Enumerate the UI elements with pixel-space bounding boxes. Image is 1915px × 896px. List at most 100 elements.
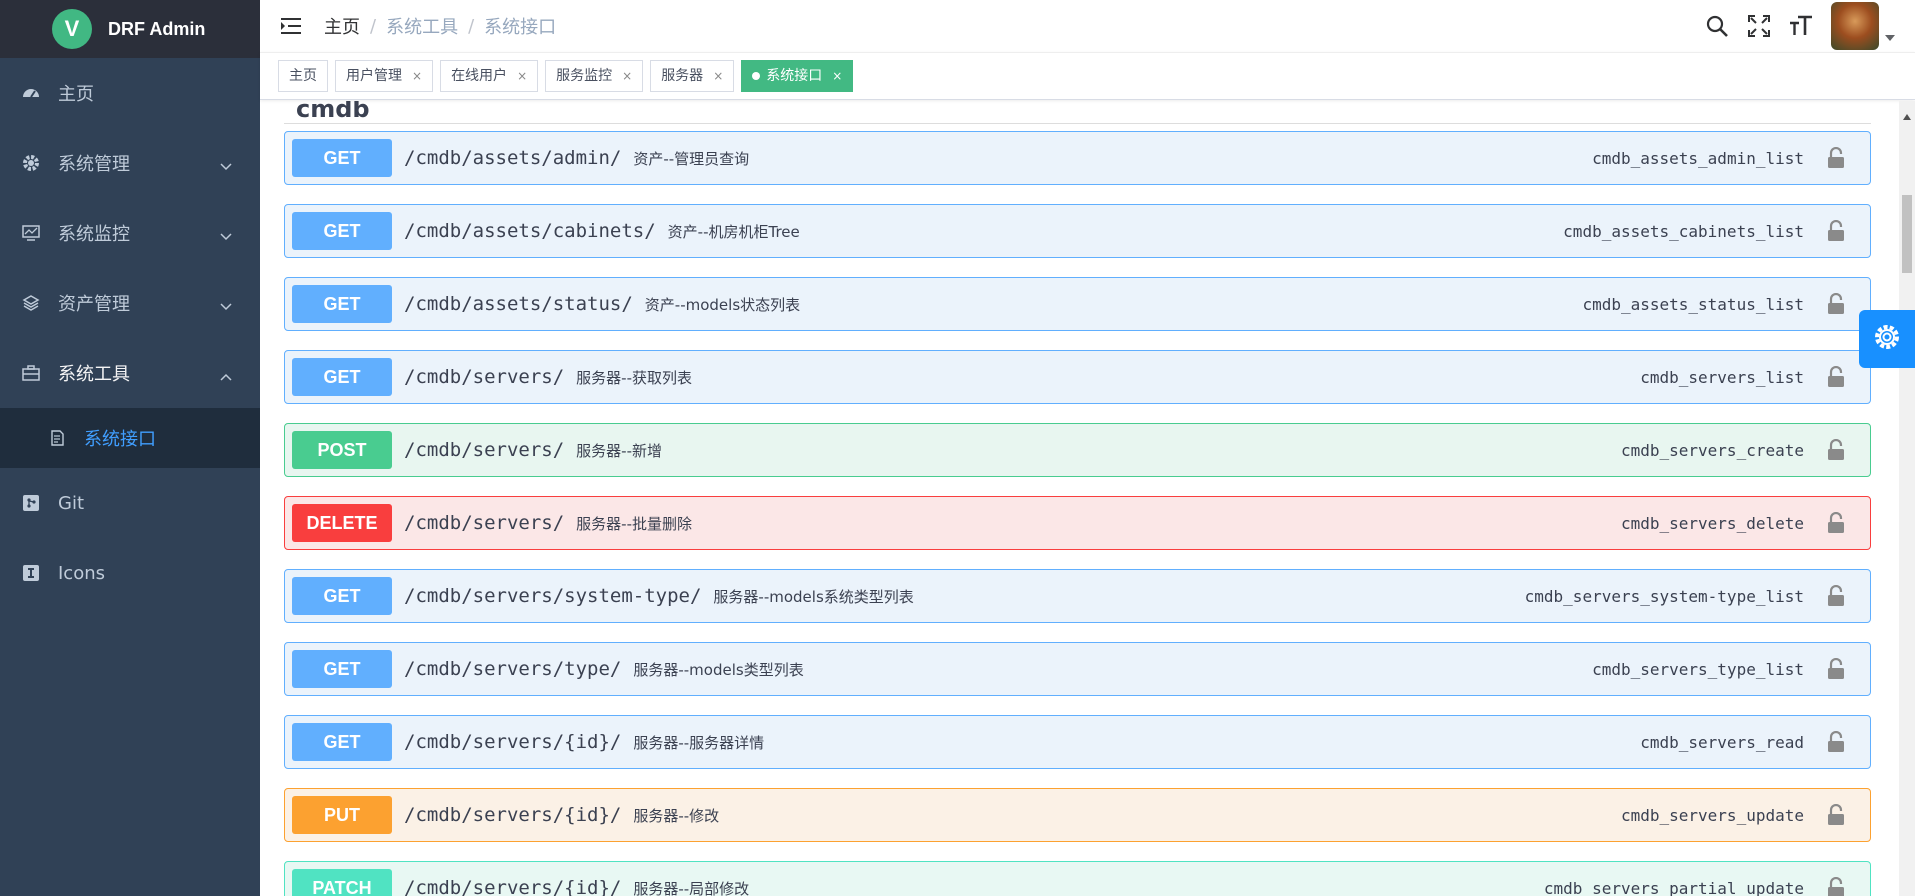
- operation-path: /cmdb/assets/cabinets/: [404, 220, 656, 242]
- sidebar-item-label: 资产管理: [58, 294, 130, 315]
- lock-icon[interactable]: [1826, 657, 1846, 680]
- operation-row[interactable]: GET/cmdb/servers/{id}/ 服务器--服务器详情 cmdb_ser…: [284, 715, 1871, 769]
- operation-id: cmdb_servers_update: [1620, 805, 1804, 825]
- fullscreen-icon[interactable]: [1747, 14, 1771, 38]
- lock-icon[interactable]: [1826, 584, 1846, 607]
- close-icon[interactable]: ×: [412, 61, 422, 91]
- sidebar-item-home[interactable]: 主页: [0, 58, 260, 128]
- layers-icon: [22, 294, 40, 312]
- operation-id: cmdb_assets_cabinets_list: [1563, 221, 1804, 241]
- tag-home[interactable]: 主页: [278, 59, 328, 92]
- sidebar-item-label: 系统管理: [58, 154, 130, 175]
- method-badge: GET: [292, 285, 392, 323]
- operation-summary: 服务器--新增: [576, 441, 662, 460]
- sidebar-item-label: Icons: [58, 562, 106, 584]
- scrollbar[interactable]: [1899, 101, 1915, 896]
- operation-row[interactable]: POST/cmdb/servers/服务器--新增 cmdb_servers_cr…: [284, 423, 1871, 477]
- sidebar-logo[interactable]: V DRF Admin: [0, 0, 260, 58]
- icons-icon: [22, 564, 40, 582]
- method-badge: GET: [292, 723, 392, 761]
- sidebar-item-system-manage[interactable]: 系统管理: [0, 128, 260, 198]
- breadcrumb-item-home[interactable]: 主页: [324, 13, 360, 39]
- lock-icon[interactable]: [1826, 511, 1846, 534]
- chevron-down-icon: [220, 155, 232, 176]
- operation-id: cmdb_assets_status_list: [1582, 294, 1804, 314]
- close-icon[interactable]: ×: [832, 61, 842, 91]
- operation-row[interactable]: PUT/cmdb/servers/{id}/ 服务器--修改 cmdb_server…: [284, 788, 1871, 842]
- operation-path: /cmdb/servers/system-type/: [404, 585, 702, 607]
- lock-icon[interactable]: [1826, 803, 1846, 826]
- section-title[interactable]: cmdb: [296, 101, 370, 123]
- operation-summary: 服务器--服务器详情: [633, 733, 765, 752]
- sidebar-menu: 主页 系统管理 系统监控 资产管理 系统工具 系统接口 Git Icons: [0, 58, 260, 608]
- operation-id: cmdb_servers_list: [1640, 367, 1804, 387]
- tag-online-users[interactable]: 在线用户 ×: [440, 59, 539, 92]
- method-badge: PATCH: [292, 869, 392, 896]
- tag-user-manage[interactable]: 用户管理 ×: [335, 59, 434, 92]
- tag-label: 服务器: [661, 67, 704, 84]
- method-badge: GET: [292, 212, 392, 250]
- tag-system-api[interactable]: 系统接口 ×: [741, 59, 854, 92]
- operation-path: /cmdb/servers/: [404, 512, 565, 534]
- hamburger-icon[interactable]: [280, 15, 302, 37]
- method-badge: GET: [292, 650, 392, 688]
- settings-button[interactable]: [1859, 310, 1915, 368]
- sidebar-item-system-tools[interactable]: 系统工具: [0, 338, 260, 408]
- operation-row[interactable]: GET/cmdb/servers/system-type/服务器--models…: [284, 569, 1871, 623]
- sidebar-item-label: 系统接口: [84, 429, 156, 450]
- tag-service-monitor[interactable]: 服务监控 ×: [545, 59, 644, 92]
- gear-icon: [22, 154, 40, 172]
- lock-icon[interactable]: [1826, 730, 1846, 753]
- lock-icon[interactable]: [1826, 219, 1846, 242]
- operation-row[interactable]: PATCH/cmdb/servers/{id}/ 服务器--局部修改 cmdb_se…: [284, 861, 1871, 896]
- method-badge: DELETE: [292, 504, 392, 542]
- lock-icon[interactable]: [1826, 365, 1846, 388]
- sidebar-item-label: 系统监控: [58, 224, 130, 245]
- sidebar: V DRF Admin 主页 系统管理 系统监控 资产管理 系统工具 系统接口 …: [0, 0, 260, 896]
- tag-label: 服务监控: [556, 67, 613, 84]
- lock-icon[interactable]: [1826, 292, 1846, 315]
- breadcrumb: 主页 / 系统工具 / 系统接口: [324, 13, 556, 39]
- app-title: DRF Admin: [108, 18, 206, 39]
- operation-summary: 服务器--models系统类型列表: [713, 587, 914, 606]
- operation-summary: 服务器--局部修改: [633, 879, 750, 896]
- sidebar-item-asset-manage[interactable]: 资产管理: [0, 268, 260, 338]
- close-icon[interactable]: ×: [622, 61, 632, 91]
- operation-row[interactable]: GET/cmdb/assets/admin/资产--管理员查询 cmdb_asse…: [284, 131, 1871, 185]
- sidebar-item-git[interactable]: Git: [0, 468, 260, 538]
- caret-down-icon[interactable]: [1885, 26, 1895, 45]
- method-badge: POST: [292, 431, 392, 469]
- sidebar-item-icons[interactable]: Icons: [0, 538, 260, 608]
- operation-summary: 服务器--修改: [633, 806, 720, 825]
- scroll-up-icon[interactable]: [1903, 105, 1911, 124]
- tag-label: 主页: [289, 67, 317, 84]
- operation-path: /cmdb/servers/: [404, 366, 565, 388]
- close-icon[interactable]: ×: [517, 61, 527, 91]
- operation-summary: 服务器--models类型列表: [633, 660, 804, 679]
- sidebar-item-system-monitor[interactable]: 系统监控: [0, 198, 260, 268]
- avatar[interactable]: [1831, 2, 1879, 50]
- lock-icon[interactable]: [1826, 876, 1846, 896]
- toolbox-icon: [22, 364, 40, 382]
- operation-row[interactable]: GET/cmdb/assets/status/资产--models状态列表 cmd…: [284, 277, 1871, 331]
- operation-id: cmdb_servers_type_list: [1592, 659, 1804, 679]
- tag-servers[interactable]: 服务器 ×: [650, 59, 735, 92]
- operation-summary: 资产--机房机柜Tree: [667, 222, 800, 241]
- scrollbar-thumb[interactable]: [1902, 195, 1912, 273]
- lock-icon[interactable]: [1826, 438, 1846, 461]
- operation-row[interactable]: GET/cmdb/servers/服务器--获取列表 cmdb_servers_l…: [284, 350, 1871, 404]
- font-size-icon[interactable]: [1789, 14, 1813, 38]
- operation-row[interactable]: DELETE/cmdb/servers/服务器--批量删除 cmdb_server…: [284, 496, 1871, 550]
- search-icon[interactable]: [1705, 14, 1729, 38]
- dashboard-icon: [22, 84, 40, 102]
- api-docs-content: cmdb GET/cmdb/assets/admin/资产--管理员查询 cmdb…: [260, 101, 1897, 896]
- breadcrumb-item-system-tools[interactable]: 系统工具: [386, 13, 458, 39]
- sidebar-item-label: 系统工具: [58, 364, 130, 385]
- sidebar-item-system-api[interactable]: 系统接口: [0, 408, 260, 468]
- breadcrumb-item-system-api: 系统接口: [484, 17, 557, 38]
- operation-row[interactable]: GET/cmdb/assets/cabinets/资产--机房机柜Tree cmd…: [284, 204, 1871, 258]
- lock-icon[interactable]: [1826, 146, 1846, 169]
- document-icon: [48, 429, 66, 447]
- close-icon[interactable]: ×: [713, 61, 723, 91]
- operation-row[interactable]: GET/cmdb/servers/type/服务器--models类型列表 cmd…: [284, 642, 1871, 696]
